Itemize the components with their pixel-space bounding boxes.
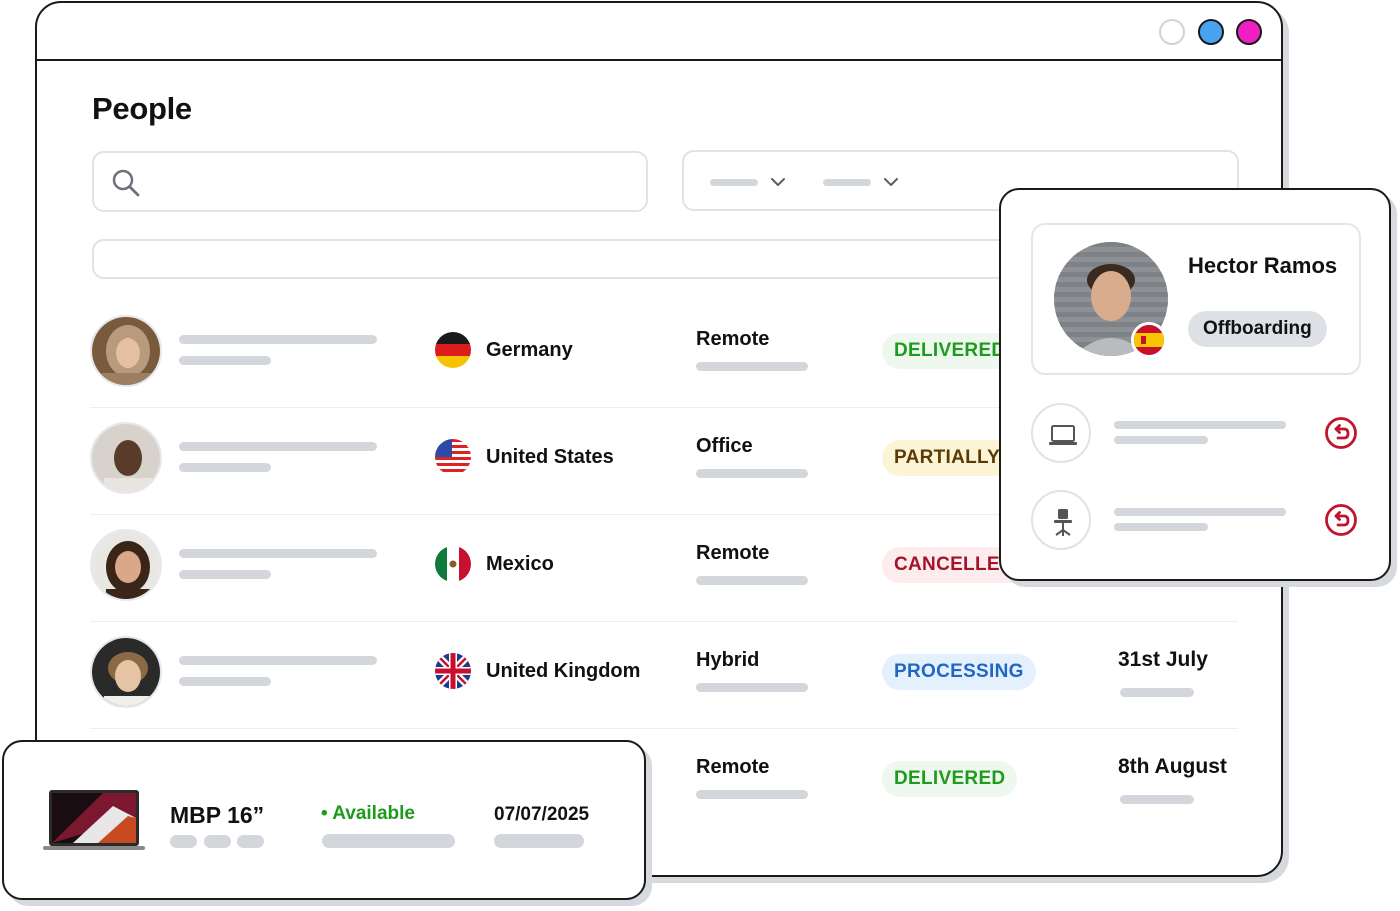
chevron-down-icon <box>884 178 898 186</box>
work-placeholder <box>696 576 808 585</box>
employee-name: Hector Ramos <box>1188 253 1338 278</box>
avatar <box>90 315 162 387</box>
work-placeholder <box>696 790 808 799</box>
mexico-flag-icon <box>435 546 471 582</box>
work-type-label: Office <box>696 435 753 457</box>
avatar <box>90 636 162 708</box>
profile-header: Hector Ramos Offboarding <box>1031 223 1361 375</box>
date-label: 8th August <box>1118 755 1227 778</box>
name-placeholder <box>179 677 271 686</box>
name-placeholder <box>179 335 377 344</box>
page-title: People <box>92 91 192 126</box>
status-badge: DELIVERED <box>882 333 1018 369</box>
work-type-label: Remote <box>696 542 770 564</box>
spec-placeholder <box>170 835 197 848</box>
office-chair-icon <box>1031 490 1091 550</box>
us-flag-icon <box>435 439 471 475</box>
date-placeholder <box>494 834 584 848</box>
laptop-icon <box>43 790 145 850</box>
search-input[interactable] <box>92 151 648 212</box>
laptop-icon <box>1031 403 1091 463</box>
filter-placeholder <box>823 179 871 186</box>
country-label: Germany <box>486 339 573 361</box>
work-placeholder <box>696 469 808 478</box>
return-icon[interactable] <box>1324 416 1358 450</box>
window-control-white[interactable] <box>1159 19 1185 45</box>
window-control-magenta[interactable] <box>1236 19 1262 45</box>
spec-placeholder <box>204 835 231 848</box>
availability-label: Available <box>332 803 415 824</box>
chevron-down-icon <box>771 178 785 186</box>
asset-row-chair <box>1031 490 1361 552</box>
country-label: United States <box>486 446 614 468</box>
table-row[interactable]: United Kingdom Hybrid PROCESSING 31st Ju… <box>90 622 1238 729</box>
asset-row-laptop <box>1031 403 1361 465</box>
return-icon[interactable] <box>1324 503 1358 537</box>
status-badge: PROCESSING <box>882 654 1036 690</box>
spain-flag-icon <box>1131 322 1167 358</box>
asset-placeholder <box>1114 508 1286 516</box>
name-placeholder <box>179 549 377 558</box>
work-type-label: Remote <box>696 756 770 778</box>
window-control-blue[interactable] <box>1198 19 1224 45</box>
filter-placeholder <box>710 179 758 186</box>
asset-placeholder <box>1114 523 1208 531</box>
device-card[interactable]: MBP 16” • Available 07/07/2025 <box>2 740 646 900</box>
germany-flag-icon <box>435 332 471 368</box>
country-label: Mexico <box>486 553 554 575</box>
avatar <box>90 422 162 494</box>
asset-placeholder <box>1114 421 1286 429</box>
name-placeholder <box>179 656 377 665</box>
status-badge: PARTIALLY <box>882 440 1013 476</box>
asset-placeholder <box>1114 436 1208 444</box>
window-titlebar <box>37 3 1281 61</box>
device-name: MBP 16” <box>170 802 265 828</box>
status-badge: Offboarding <box>1188 311 1327 347</box>
country-label: United Kingdom <box>486 660 641 682</box>
search-icon <box>112 169 140 197</box>
name-placeholder <box>179 442 377 451</box>
work-placeholder <box>696 362 808 371</box>
date-placeholder <box>1120 795 1194 804</box>
work-placeholder <box>696 683 808 692</box>
name-placeholder <box>179 463 271 472</box>
device-date: 07/07/2025 <box>494 804 590 825</box>
work-type-label: Hybrid <box>696 649 760 671</box>
employee-profile-card[interactable]: Hector Ramos Offboarding <box>999 188 1391 581</box>
avatar <box>90 529 162 601</box>
work-type-label: Remote <box>696 328 770 350</box>
name-placeholder <box>179 356 271 365</box>
uk-flag-icon <box>435 653 471 689</box>
date-placeholder <box>1120 688 1194 697</box>
date-label: 31st July <box>1118 648 1208 671</box>
spec-placeholder <box>237 835 264 848</box>
availability-status: • Available <box>321 803 415 824</box>
status-badge: DELIVERED <box>882 761 1018 797</box>
name-placeholder <box>179 570 271 579</box>
availability-placeholder <box>322 834 455 848</box>
